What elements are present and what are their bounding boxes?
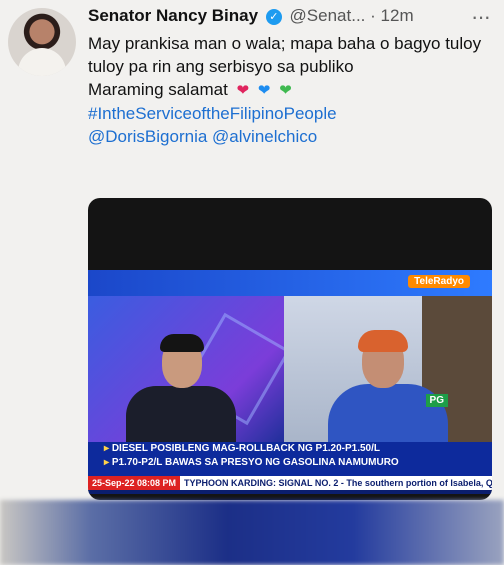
thanks-text: Maraming salamat: [88, 80, 228, 99]
anchor-video-pane: [88, 296, 291, 442]
tweet-timestamp[interactable]: 12m: [381, 6, 414, 25]
avatar[interactable]: [8, 8, 76, 76]
rating-badge: PG: [425, 394, 448, 407]
hashtag-link[interactable]: #IntheServiceoftheFilipinoPeople: [88, 104, 337, 123]
author-handle[interactable]: @Senat...: [290, 6, 366, 25]
channel-logo: TeleRadyo: [408, 275, 470, 288]
crawl-date: 25-Sep-22 08:08 PM: [88, 476, 181, 490]
red-heart-icon: ❤: [236, 82, 250, 99]
news-crawl: 25-Sep-22 08:08 PM TYPHOON KARDING: SIGNA…: [88, 476, 492, 490]
tweet-header: Senator Nancy Binay ✓ @Senat... · 12m: [88, 6, 414, 26]
broadcast-banner: TeleRadyo: [88, 270, 492, 296]
tweet-media-image[interactable]: TeleRadyo PG DIESEL POSIBLENG MAG-ROLLBA…: [88, 198, 492, 500]
blue-heart-icon: ❤: [257, 82, 271, 99]
guest-video-pane: [284, 296, 492, 442]
author-name[interactable]: Senator Nancy Binay: [88, 6, 258, 25]
tv-screen: TeleRadyo PG DIESEL POSIBLENG MAG-ROLLBA…: [88, 270, 492, 494]
green-heart-icon: ❤: [279, 82, 292, 99]
verified-badge-icon: ✓: [265, 9, 282, 25]
mention-link[interactable]: @DorisBigornia: [88, 127, 207, 146]
tweet-text-line: May prankisa man o wala; mapa baha o bag…: [88, 34, 482, 76]
separator: ·: [370, 6, 376, 25]
tweet-thanks-line: Maraming salamat ❤ ❤ ❤: [88, 78, 488, 102]
ticker-line: P1.70-P2/L BAWAS SA PRESYO NG GASOLINA N…: [88, 456, 492, 470]
crawl-text: TYPHOON KARDING: SIGNAL NO. 2 - The sout…: [184, 478, 492, 488]
tweet-card[interactable]: Senator Nancy Binay ✓ @Senat... · 12m ··…: [0, 0, 504, 565]
more-horizontal-icon[interactable]: ···: [471, 4, 491, 30]
background-blur: [0, 500, 504, 565]
tweet-text: May prankisa man o wala; mapa baha o bag…: [88, 32, 488, 148]
ticker-line: DIESEL POSIBLENG MAG-ROLLBACK NG P1.20-P…: [88, 442, 492, 456]
mention-link[interactable]: @alvinelchico: [212, 127, 317, 146]
